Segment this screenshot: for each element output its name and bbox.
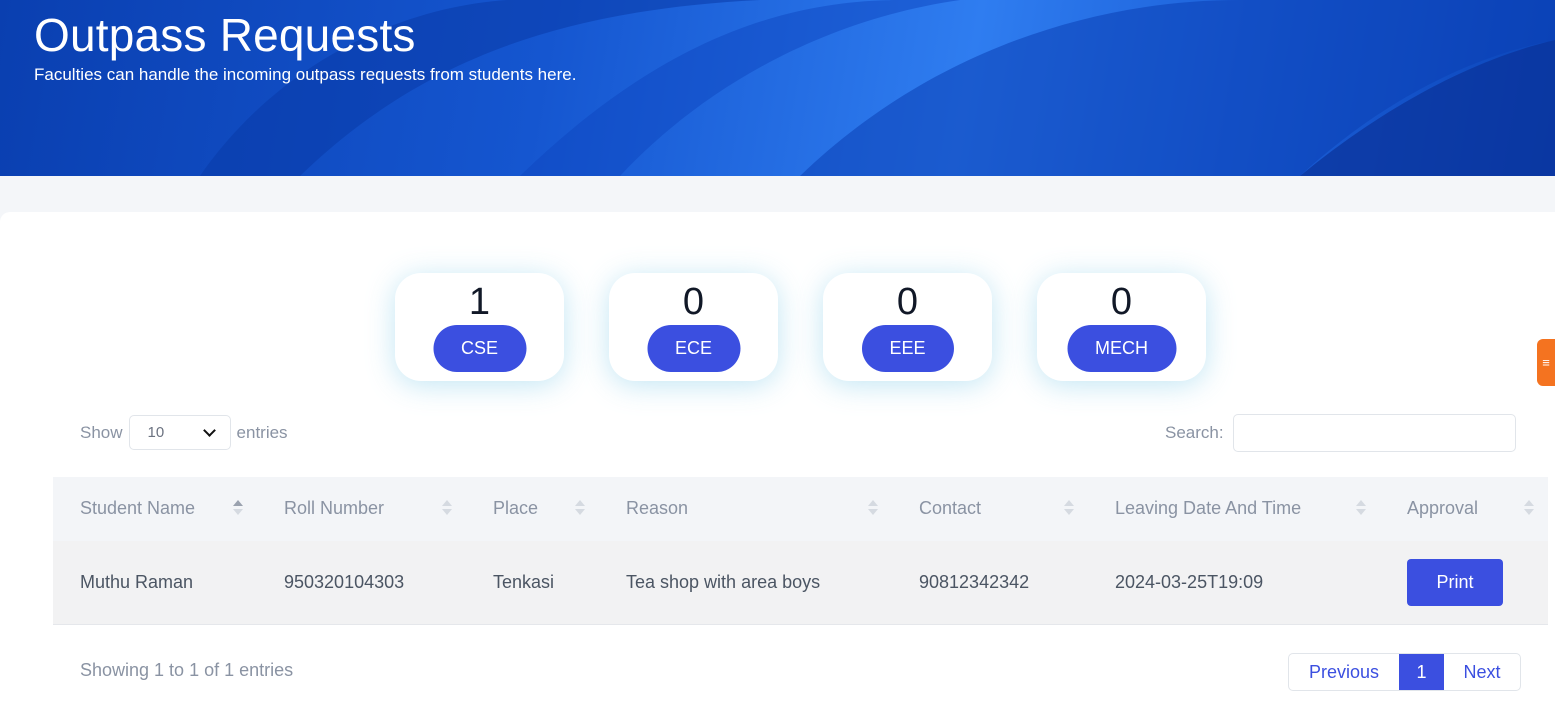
entries-select[interactable]: 10 (128, 415, 231, 450)
table-info: Showing 1 to 1 of 1 entries (80, 660, 294, 680)
entries-select-value: 10 (147, 424, 165, 441)
dept-count: 0 (896, 281, 919, 323)
dept-card-cse: 1 CSE (395, 273, 564, 381)
dept-count: 0 (682, 281, 705, 323)
cell-contact: 90812342342 (919, 572, 1030, 592)
search-input[interactable] (1232, 414, 1516, 452)
page-title: Outpass Requests (34, 9, 416, 61)
pagination-previous[interactable]: Previous (1289, 654, 1399, 690)
dept-button-mech[interactable]: MECH (1067, 325, 1176, 372)
table-row: Muthu Raman 950320104303 Tenkasi Tea sho… (53, 541, 1548, 625)
col-header-leaving-date[interactable]: Leaving Date And Time (1115, 498, 1301, 519)
cell-roll-number: 950320104303 (284, 572, 405, 592)
dept-count: 1 (468, 281, 491, 323)
print-button[interactable]: Print (1407, 559, 1503, 606)
entries-label: entries (236, 422, 288, 442)
page-subtitle: Faculties can handle the incoming outpas… (34, 65, 577, 84)
sort-icon[interactable] (1064, 499, 1074, 517)
dept-button-ece[interactable]: ECE (646, 325, 741, 372)
cell-reason: Tea shop with area boys (626, 572, 821, 592)
col-header-student-name[interactable]: Student Name (80, 498, 195, 519)
cell-leaving-date: 2024-03-25T19:09 (1115, 572, 1264, 592)
col-header-roll-number[interactable]: Roll Number (284, 498, 384, 519)
page-header-banner: Outpass Requests Faculties can handle th… (0, 0, 1555, 176)
pagination-page-1[interactable]: 1 (1399, 654, 1444, 690)
chevron-down-icon (202, 423, 216, 437)
show-label: Show (80, 422, 123, 442)
col-header-contact[interactable]: Contact (919, 498, 981, 519)
dept-button-cse[interactable]: CSE (432, 325, 527, 372)
table-header-row: Student Name Roll Number Place Reason Co… (53, 477, 1548, 541)
search-label: Search: (1165, 423, 1224, 442)
feedback-icon: ≡ (1542, 355, 1550, 370)
col-header-approval[interactable]: Approval (1407, 498, 1478, 519)
cell-place: Tenkasi (493, 572, 555, 592)
pagination-next[interactable]: Next (1444, 654, 1520, 690)
dept-button-eee[interactable]: EEE (861, 325, 954, 372)
col-header-reason[interactable]: Reason (626, 498, 688, 519)
sort-icon[interactable] (1356, 499, 1366, 517)
dept-card-mech: 0 MECH (1037, 273, 1206, 381)
dept-card-eee: 0 EEE (823, 273, 992, 381)
dept-card-ece: 0 ECE (609, 273, 778, 381)
table-search: Search: (1165, 414, 1516, 452)
feedback-side-tab[interactable]: ≡ (1537, 339, 1555, 386)
pagination: Previous 1 Next (1288, 653, 1521, 691)
dept-count: 0 (1110, 281, 1133, 323)
cell-student-name: Muthu Raman (80, 572, 194, 592)
sort-icon[interactable] (575, 499, 585, 517)
sort-icon[interactable] (868, 499, 878, 517)
sort-icon[interactable] (233, 499, 243, 517)
entries-length-control: Show 10 entries (80, 415, 288, 450)
sort-icon[interactable] (1524, 499, 1534, 517)
sort-icon[interactable] (442, 499, 452, 517)
col-header-place[interactable]: Place (493, 498, 538, 519)
